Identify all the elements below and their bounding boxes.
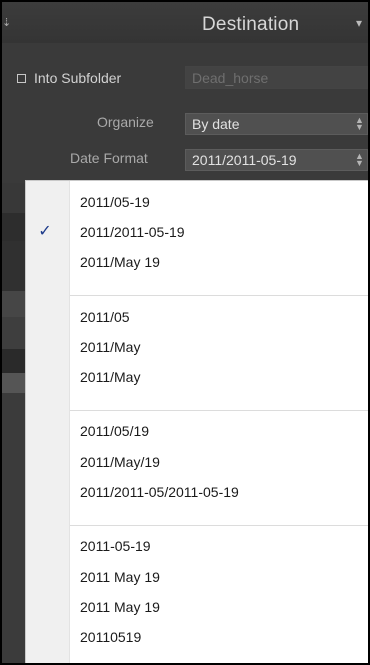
- expand-arrow-icon: ⇣: [2, 17, 12, 29]
- left-strip: [2, 183, 26, 213]
- organize-label: Organize: [97, 114, 154, 130]
- subfolder-name-field[interactable]: [185, 66, 368, 89]
- menu-item[interactable]: 2011 May 19: [70, 592, 368, 622]
- menu-item[interactable]: 2011/May: [70, 332, 368, 362]
- menu-item[interactable]: 2011/May/19: [70, 447, 368, 477]
- left-strip: [2, 241, 26, 291]
- panel-header[interactable]: ⇣ Destination ▾: [2, 2, 368, 44]
- menu-item-label: 2011/May 19: [80, 254, 160, 270]
- menu-item-label: 2011/2011-05/2011-05-19: [80, 484, 239, 500]
- menu-item-label: 2011/05/19: [80, 423, 150, 439]
- date-format-select[interactable]: 2011/2011-05-19 ▲ ▼: [185, 149, 368, 171]
- left-strip: [2, 393, 26, 663]
- menu-item[interactable]: 2011/May 19: [70, 247, 368, 277]
- date-format-label: Date Format: [70, 150, 148, 166]
- destination-panel: ⇣ Destination ▾ Into Subfolder Organize …: [2, 2, 368, 663]
- checkmark-icon: ✓: [38, 223, 52, 240]
- into-subfolder-checkbox[interactable]: [17, 74, 26, 83]
- updown-arrows-icon: ▲ ▼: [355, 151, 364, 168]
- menu-item[interactable]: 2011/05-19: [70, 187, 368, 217]
- menu-item-label: 2011/May/19: [80, 454, 160, 470]
- updown-arrows-icon: ▲ ▼: [355, 115, 364, 132]
- into-subfolder-label: Into Subfolder: [34, 70, 122, 86]
- menu-check-gutter: [26, 181, 70, 663]
- menu-item[interactable]: 2011/05: [70, 302, 368, 332]
- menu-item[interactable]: 20110519: [70, 622, 368, 652]
- menu-item-label: 2011/2011-05-19: [80, 224, 185, 240]
- menu-item-label: 2011/May: [80, 339, 141, 355]
- menu-separator: [70, 295, 368, 296]
- date-format-menu: 2011/05-19 2011/2011-05-19 ✓ 2011/May 19…: [26, 181, 368, 663]
- menu-item-selected[interactable]: 2011/2011-05-19: [70, 217, 368, 247]
- menu-separator: [70, 525, 368, 526]
- subfolder-name-input[interactable]: [186, 67, 368, 88]
- menu-item-label: 2011/05-19: [80, 194, 150, 210]
- menu-item-label: 20110519: [80, 629, 142, 645]
- menu-item-label: 2011-05-19: [80, 538, 151, 554]
- menu-item-label: 2011/05: [80, 309, 130, 325]
- organize-select[interactable]: By date ▲ ▼: [185, 113, 368, 135]
- menu-item[interactable]: 2011/2011-05/2011-05-19: [70, 477, 368, 507]
- panel-title: Destination: [202, 14, 300, 35]
- left-strip: [2, 349, 26, 373]
- menu-item[interactable]: 2011-05-19: [70, 531, 368, 561]
- left-strip: [2, 213, 26, 241]
- menu-item-label: 2011 May 19: [80, 569, 160, 585]
- left-strip: [2, 373, 26, 393]
- menu-separator: [70, 410, 368, 411]
- date-format-value: 2011/2011-05-19: [192, 152, 297, 168]
- collapse-triangle-icon[interactable]: ▾: [356, 16, 368, 30]
- left-strip: [2, 317, 26, 349]
- menu-item[interactable]: 2011 May 19: [70, 562, 368, 592]
- menu-item-label: 2011/May: [80, 369, 141, 385]
- menu-item[interactable]: 2011/05/19: [70, 416, 368, 446]
- menu-item[interactable]: 2011/May: [70, 362, 368, 392]
- left-strip: [2, 291, 26, 317]
- menu-item-label: 2011 May 19: [80, 599, 160, 615]
- organize-value: By date: [192, 116, 240, 132]
